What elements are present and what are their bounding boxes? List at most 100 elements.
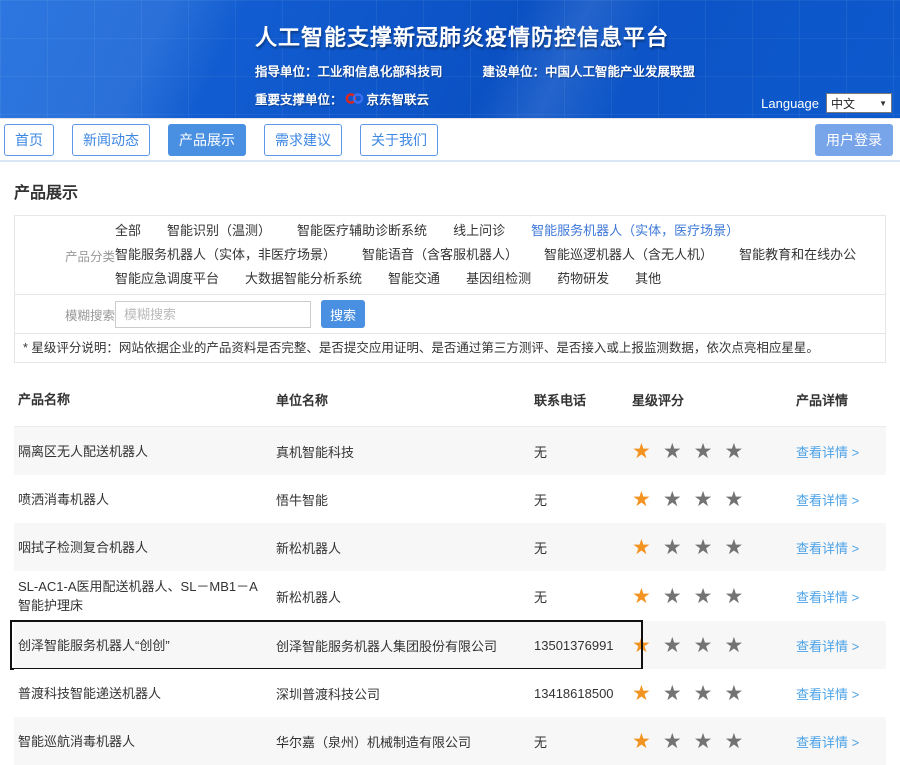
- table-row: 创泽智能服务机器人“创创”创泽智能服务机器人集团股份有限公司1350137699…: [14, 621, 886, 669]
- category-link[interactable]: 药物研发: [557, 267, 609, 291]
- view-details-link[interactable]: 查看详情 >: [796, 445, 859, 460]
- star-icon: ★: [694, 682, 713, 705]
- star-icon: ★: [663, 730, 682, 753]
- star-icon: ★: [694, 634, 713, 657]
- star-rating: ★★★★: [632, 433, 784, 470]
- details-cell: 查看详情 >: [784, 678, 886, 709]
- star-icon: ★: [724, 682, 743, 705]
- filter-panel: 产品分类 全部智能识别（温测）智能医疗辅助诊断系统线上问诊智能服务机器人（实体，…: [14, 215, 886, 363]
- category-row: 智能应急调度平台 大数据智能分析系统 智能交通 基因组检测 药物研发 其他: [115, 267, 885, 291]
- top-banner: 人工智能支撑新冠肺炎疫情防控信息平台 指导单位：工业和信息化部科技司 建设单位：…: [0, 0, 900, 118]
- product-name: 喷洒消毒机器人: [14, 484, 276, 515]
- category-link[interactable]: 智能巡逻机器人（含无人机）: [544, 243, 713, 267]
- header-product-name: 产品名称: [14, 384, 276, 415]
- star-icon: ★: [724, 634, 743, 657]
- main-navbar: 首页新闻动态产品展示需求建议关于我们 用户登录: [0, 118, 900, 162]
- product-table: 产品名称 单位名称 联系电话 星级评分 产品详情 隔离区无人配送机器人真机智能科…: [14, 372, 886, 765]
- star-icon: ★: [663, 682, 682, 705]
- table-row: SL-AC1-A医用配送机器人、SL－MB1－A智能护理床新松机器人无★★★★查…: [14, 571, 886, 621]
- product-name: 隔离区无人配送机器人: [14, 436, 276, 467]
- star-rating: ★★★★: [632, 529, 784, 566]
- guide-unit-text: 指导单位：工业和信息化部科技司: [255, 61, 443, 80]
- details-cell: 查看详情 >: [784, 581, 886, 612]
- category-link[interactable]: 全部: [115, 219, 141, 243]
- view-details-link[interactable]: 查看详情 >: [796, 590, 859, 605]
- view-details-link[interactable]: 查看详情 >: [796, 541, 859, 556]
- user-login-button[interactable]: 用户登录: [815, 124, 893, 156]
- product-name: 创泽智能服务机器人“创创”: [14, 630, 276, 661]
- star-icon: ★: [663, 440, 682, 463]
- nav-tab[interactable]: 产品展示: [168, 124, 246, 156]
- details-cell: 查看详情 >: [784, 532, 886, 563]
- category-section: 产品分类 全部智能识别（温测）智能医疗辅助诊断系统线上问诊智能服务机器人（实体，…: [15, 216, 885, 294]
- category-link[interactable]: 其他: [635, 267, 661, 291]
- search-button[interactable]: 搜索: [321, 300, 365, 328]
- star-icon: ★: [694, 488, 713, 511]
- category-link[interactable]: 智能语音（含客服机器人）: [362, 243, 518, 267]
- star-rating: ★★★★: [632, 627, 784, 664]
- star-icon: ★: [694, 440, 713, 463]
- view-details-link[interactable]: 查看详情 >: [796, 639, 859, 654]
- contact-phone: 无: [534, 484, 632, 515]
- category-link[interactable]: 智能医疗辅助诊断系统: [297, 219, 427, 243]
- star-icon: ★: [724, 488, 743, 511]
- header-product-details: 产品详情: [784, 384, 886, 415]
- company-name: 新松机器人: [276, 532, 534, 563]
- table-row: 咽拭子检测复合机器人新松机器人无★★★★查看详情 >: [14, 523, 886, 571]
- category-link[interactable]: 基因组检测: [466, 267, 531, 291]
- nav-tab[interactable]: 需求建议: [264, 124, 342, 156]
- language-select[interactable]: 中文 ▼: [826, 93, 892, 113]
- build-unit-text: 建设单位：中国人工智能产业发展联盟: [483, 61, 696, 80]
- table-header-row: 产品名称 单位名称 联系电话 星级评分 产品详情: [14, 372, 886, 427]
- category-link[interactable]: 大数据智能分析系统: [245, 267, 362, 291]
- support-unit-label: 重要支撑单位：: [255, 89, 343, 108]
- star-icon: ★: [632, 536, 651, 559]
- category-link[interactable]: 智能服务机器人（实体，医疗场景）: [531, 219, 739, 243]
- category-link[interactable]: 智能教育和在线办公: [739, 243, 856, 267]
- main-content: 产品展示 产品分类 全部智能识别（温测）智能医疗辅助诊断系统线上问诊智能服务机器…: [0, 179, 900, 765]
- star-rating-note: * 星级评分说明：网站依据企业的产品资料是否完整、是否提交应用证明、是否通过第三…: [15, 333, 885, 362]
- category-link[interactable]: 线上问诊: [453, 219, 505, 243]
- category-label: 产品分类: [15, 246, 115, 265]
- table-row: 喷洒消毒机器人悟牛智能无★★★★查看详情 >: [14, 475, 886, 523]
- search-section: 模糊搜索 搜索: [15, 294, 885, 333]
- category-row: 智能服务机器人（实体，非医疗场景） 智能语音（含客服机器人） 智能巡逻机器人（含无人…: [115, 243, 885, 267]
- header-company-name: 单位名称: [276, 384, 534, 415]
- view-details-link[interactable]: 查看详情 >: [796, 687, 859, 702]
- view-details-link[interactable]: 查看详情 >: [796, 735, 859, 750]
- nav-tabs: 首页新闻动态产品展示需求建议关于我们: [4, 124, 456, 156]
- star-icon: ★: [663, 488, 682, 511]
- nav-tab[interactable]: 新闻动态: [72, 124, 150, 156]
- category-link[interactable]: 智能识别（温测）: [167, 219, 271, 243]
- view-details-link[interactable]: 查看详情 >: [796, 493, 859, 508]
- star-rating: ★ ★ ★ ★: [632, 675, 784, 712]
- star-icon: ★: [663, 536, 682, 559]
- star-icon: ★: [694, 536, 713, 559]
- support-logo-text: 京东智联云: [367, 89, 430, 108]
- category-link[interactable]: 智能交通: [388, 267, 440, 291]
- star-icon: ★: [724, 585, 743, 608]
- star-icon: ★: [724, 730, 743, 753]
- product-name: 智能巡航消毒机器人: [14, 726, 276, 757]
- star-rating: ★★★★: [632, 723, 784, 760]
- chevron-down-icon: ▼: [879, 99, 887, 108]
- star-icon: ★: [632, 488, 651, 511]
- site-title: 人工智能支撑新冠肺炎疫情防控信息平台: [255, 20, 695, 52]
- star-icon: ★: [632, 634, 651, 657]
- table-row: 智能巡航消毒机器人华尔嘉（泉州）机械制造有限公司无★★★★查看详情 >: [14, 717, 886, 765]
- product-name: 咽拭子检测复合机器人: [14, 532, 276, 563]
- contact-phone: 无: [534, 532, 632, 563]
- nav-tab[interactable]: 首页: [4, 124, 54, 156]
- category-link[interactable]: 智能应急调度平台: [115, 267, 219, 291]
- search-input[interactable]: [115, 301, 311, 328]
- details-cell: 查看详情 >: [784, 630, 886, 661]
- header-star-rating: 星级评分: [632, 384, 784, 415]
- contact-phone: 13418618500: [534, 680, 632, 707]
- page-title: 产品展示: [14, 179, 886, 203]
- company-name: 华尔嘉（泉州）机械制造有限公司: [276, 726, 534, 757]
- category-link[interactable]: 智能服务机器人（实体，非医疗场景）: [115, 243, 336, 267]
- nav-tab[interactable]: 关于我们: [360, 124, 438, 156]
- star-icon: ★: [632, 440, 651, 463]
- star-icon: ★: [632, 682, 651, 705]
- company-name: 悟牛智能: [276, 484, 534, 515]
